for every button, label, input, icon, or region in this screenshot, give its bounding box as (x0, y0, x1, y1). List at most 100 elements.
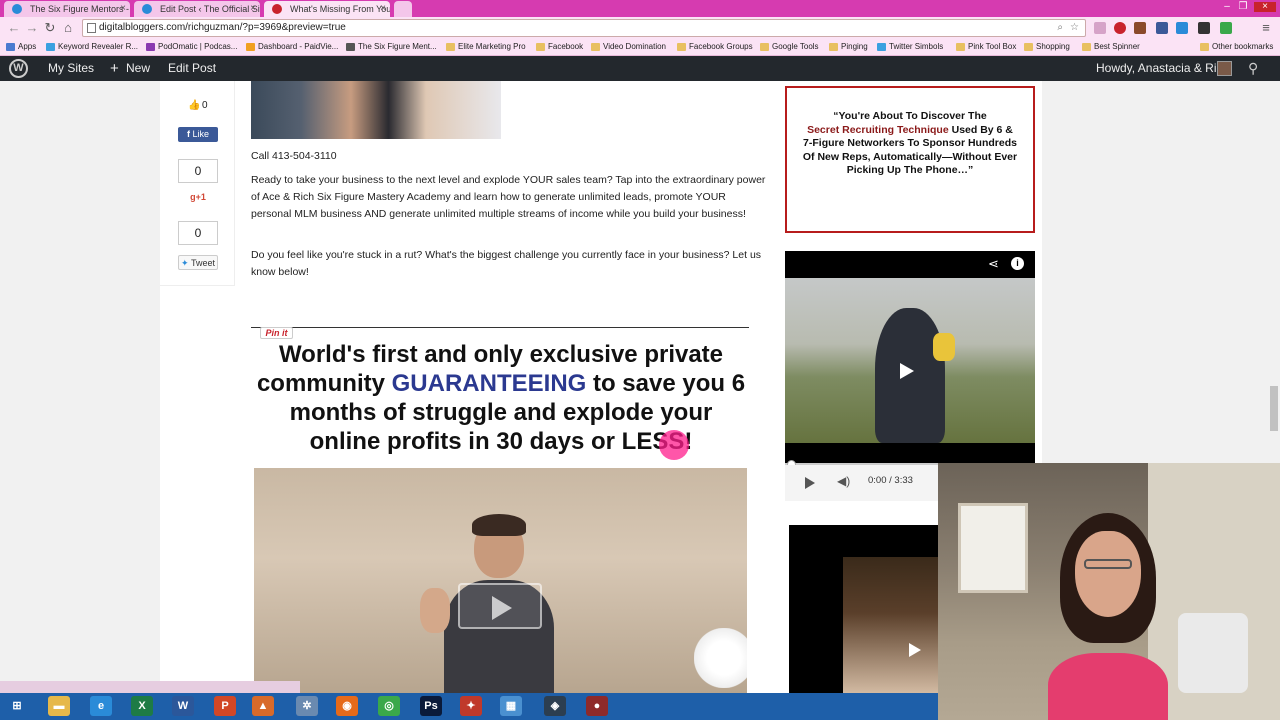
app-blue-icon[interactable]: ▦ (500, 696, 522, 716)
bookmark-label: The Six Figure Ment... (358, 42, 437, 51)
pin-it-button[interactable]: Pin it (260, 327, 293, 339)
wp-admin-bar: W My Sites + New Edit Post Howdy, Anasta… (0, 56, 1280, 81)
bookmark-label: Best Spinner (1094, 42, 1140, 51)
divider (251, 327, 749, 328)
play-icon[interactable] (900, 363, 914, 379)
photoshop-icon[interactable]: Ps (420, 696, 442, 716)
other-bookmarks[interactable]: Other bookmarks (1200, 41, 1273, 53)
play-icon[interactable] (805, 477, 815, 489)
home-icon[interactable]: ⌂ (60, 20, 76, 36)
excel-icon[interactable]: X (131, 696, 153, 716)
folder-icon (1024, 43, 1033, 51)
video-top-bar: ⋖ i (785, 251, 1035, 278)
close-tab-icon[interactable]: × (250, 1, 256, 17)
pink-shirt (1048, 653, 1168, 720)
firefox-icon[interactable]: ◉ (336, 696, 358, 716)
presenter-hair (472, 514, 526, 536)
app-orange-icon[interactable]: ▲ (252, 696, 274, 716)
extension-icon[interactable] (1198, 22, 1210, 34)
ie-icon[interactable]: e (90, 696, 112, 716)
star-icon[interactable]: ☆ (1070, 20, 1079, 36)
twitter-icon[interactable] (1176, 22, 1188, 34)
app-tools-icon[interactable]: ✦ (460, 696, 482, 716)
bookmark-label: Facebook Groups (689, 42, 753, 51)
sidebar-ad[interactable]: “You're About To Discover The Secret Rec… (785, 86, 1035, 233)
tab-edit-post[interactable]: Edit Post ‹ The Official Site × (134, 1, 260, 17)
bookmark-folder[interactable]: Facebook (536, 41, 583, 53)
scrollbar-thumb[interactable] (1270, 386, 1278, 431)
status-bar (0, 681, 300, 693)
bookmark-folder[interactable]: Google Tools (760, 41, 819, 53)
volume-icon[interactable]: ◀) (837, 474, 850, 488)
chrome-icon[interactable]: ◎ (378, 696, 400, 716)
play-icon[interactable] (909, 643, 921, 657)
menu-icon[interactable]: ≡ (1258, 20, 1274, 36)
restore-icon[interactable]: ❐ (1236, 2, 1250, 12)
tweet-label: Tweet (190, 258, 215, 268)
app-record-icon[interactable]: ● (586, 696, 608, 716)
gplus-button[interactable]: g+1 (178, 190, 218, 205)
flowers (694, 628, 747, 688)
new-tab-button[interactable] (394, 1, 412, 17)
extension-icon[interactable] (1220, 22, 1232, 34)
search-icon[interactable]: ⌕ (1057, 20, 1063, 36)
reload-icon[interactable]: ↻ (42, 20, 58, 36)
new-link[interactable]: New (126, 56, 150, 81)
bookmark-folder[interactable]: Best Spinner (1082, 41, 1140, 53)
facebook-like-button[interactable]: f Like (178, 127, 218, 142)
back-icon[interactable]: ← (6, 20, 22, 36)
address-bar[interactable]: digitalbloggers.com/richguzman/?p=3969&p… (82, 19, 1086, 37)
powerpoint-icon[interactable]: P (214, 696, 236, 716)
start-icon[interactable]: ⊞ (6, 696, 28, 716)
word-icon[interactable]: W (172, 696, 194, 716)
bookmark-folder[interactable]: Pinging (829, 41, 868, 53)
bookmark-item[interactable]: Dashboard - PaidVie... (246, 41, 338, 53)
bookmarks-bar: Apps Keyword Revealer R... PodOmatic | P… (0, 39, 1280, 56)
bookmark-item[interactable]: Twitter Simbols (877, 41, 943, 53)
extension-icon[interactable] (1094, 22, 1106, 34)
pinterest-icon[interactable] (1114, 22, 1126, 34)
plus-icon[interactable]: + (110, 56, 119, 81)
info-icon[interactable]: i (1011, 257, 1024, 270)
tab-whats-missing[interactable]: What's Missing From You × (264, 1, 390, 17)
wordpress-icon[interactable]: W (9, 59, 28, 78)
sales-video[interactable] (254, 468, 747, 693)
edit-post-link[interactable]: Edit Post (168, 56, 216, 81)
app-camera-icon[interactable]: ◈ (544, 696, 566, 716)
close-tab-icon[interactable]: × (380, 1, 386, 17)
folder-icon (677, 43, 686, 51)
share-icon[interactable]: ⋖ (988, 256, 999, 272)
bookmark-folder[interactable]: Facebook Groups (677, 41, 753, 53)
bookmark-item[interactable]: The Six Figure Ment... (346, 41, 437, 53)
bookmark-folder[interactable]: Elite Marketing Pro (446, 41, 526, 53)
bookmark-icon (346, 43, 355, 51)
tab-favicon-icon (142, 4, 152, 14)
app-settings-icon[interactable]: ✲ (296, 696, 318, 716)
post-content: 👍 0 f Like 0 g+1 0 ✦ Tweet Call 413-504-… (160, 81, 777, 693)
minimize-icon[interactable]: – (1220, 2, 1234, 12)
search-icon[interactable]: ⚲ (1248, 60, 1264, 76)
tab-six-figure-mentors[interactable]: The Six Figure Mentors - T × (4, 1, 130, 17)
avatar[interactable] (1217, 61, 1232, 76)
bookmark-item[interactable]: Keyword Revealer R... (46, 41, 138, 53)
headline-highlight: GUARANTEEING (391, 370, 587, 397)
bookmark-item[interactable]: Apps (6, 41, 36, 53)
howdy-account-link[interactable]: Howdy, Anastacia & Rich (1096, 56, 1229, 81)
instagram-icon[interactable] (1134, 22, 1146, 34)
close-window-icon[interactable]: × (1254, 2, 1276, 12)
tweet-button[interactable]: ✦ Tweet (178, 255, 218, 270)
bookmark-folder[interactable]: Shopping (1024, 41, 1070, 53)
explorer-icon[interactable]: ▬ (48, 696, 70, 716)
facebook-icon[interactable] (1156, 22, 1168, 34)
my-sites-link[interactable]: My Sites (48, 56, 94, 81)
bookmark-label: Other bookmarks (1212, 42, 1274, 51)
play-button[interactable] (458, 583, 542, 629)
bookmark-item[interactable]: PodOmatic | Podcas... (146, 41, 237, 53)
bookmark-folder[interactable]: Video Domination (591, 41, 666, 53)
bookmark-folder[interactable]: Pink Tool Box (956, 41, 1016, 53)
close-tab-icon[interactable]: × (120, 1, 126, 17)
forward-icon[interactable]: → (24, 20, 40, 36)
folder-icon (1200, 43, 1209, 51)
folder-icon (1082, 43, 1091, 51)
phone-number: Call 413-504-3110 (251, 150, 337, 162)
